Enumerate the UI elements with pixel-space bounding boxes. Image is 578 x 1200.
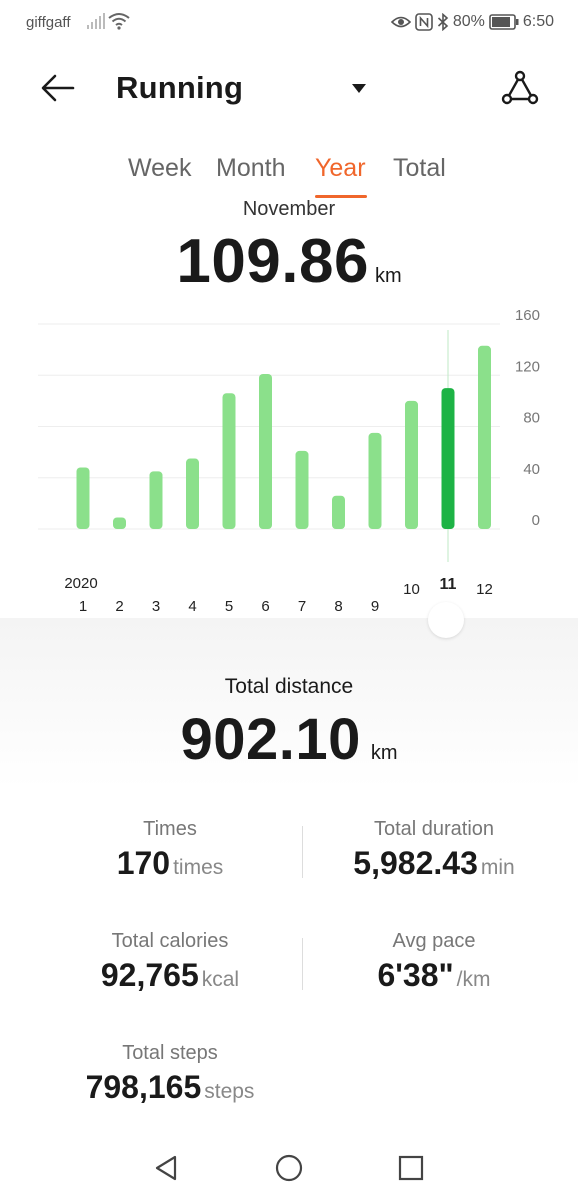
y-tick-label: 80 bbox=[523, 410, 540, 427]
status-bar: giffgaff 80% 6:50 bbox=[0, 0, 578, 46]
tab-total[interactable]: Total bbox=[393, 154, 446, 183]
chart-bar[interactable] bbox=[441, 388, 455, 529]
tab-year[interactable]: Year bbox=[315, 154, 366, 183]
bluetooth-icon bbox=[437, 13, 449, 31]
selected-month-label-wrap: November bbox=[0, 194, 578, 218]
battery-icon bbox=[489, 14, 519, 30]
system-nav-bar bbox=[0, 1134, 578, 1200]
chart-bar[interactable] bbox=[368, 432, 382, 529]
stat-label: Times bbox=[143, 818, 197, 840]
panel-drag-handle[interactable] bbox=[428, 602, 464, 638]
selected-month-label: November bbox=[242, 198, 336, 218]
year-label: 2020 bbox=[64, 575, 97, 592]
stat-label: Avg pace bbox=[392, 930, 476, 952]
total-distance-unit: km bbox=[370, 742, 398, 764]
selected-value: 109.86 km bbox=[0, 226, 578, 297]
signal-icon bbox=[87, 13, 105, 29]
nav-back-icon bbox=[155, 1155, 177, 1181]
status-icons: 80% 6:50 bbox=[390, 11, 554, 33]
x-tick-label: 4 bbox=[188, 598, 196, 615]
stat-unit: steps bbox=[204, 1080, 255, 1103]
y-tick-label: 120 bbox=[515, 358, 540, 375]
total-distance-label: Total distance bbox=[224, 675, 354, 698]
route-icon bbox=[501, 70, 539, 105]
caret-down-icon bbox=[352, 84, 366, 93]
total-distance: 902.10 km bbox=[0, 706, 578, 773]
stat-value: 92,765 bbox=[100, 957, 199, 993]
stat-value: 798,165 bbox=[85, 1069, 202, 1105]
monthly-distance-chart[interactable]: 160120804001 2 3 4 5 6 7 8 910 11 122020 bbox=[0, 300, 578, 620]
eye-icon bbox=[390, 16, 411, 28]
chart-bar[interactable] bbox=[76, 467, 90, 530]
route-button[interactable] bbox=[496, 64, 544, 112]
x-tick-label: 1 bbox=[79, 598, 87, 615]
chart-bar[interactable] bbox=[113, 517, 126, 529]
x-tick-label: 6 bbox=[261, 598, 269, 615]
x-tick-label: 3 bbox=[152, 598, 160, 615]
nav-recents-button[interactable] bbox=[391, 1148, 431, 1188]
stat-unit: kcal bbox=[201, 968, 240, 991]
x-tick-label: 7 bbox=[298, 598, 306, 615]
y-tick-label: 160 bbox=[515, 307, 540, 324]
nav-home-button[interactable] bbox=[269, 1148, 309, 1188]
x-tick-label: 11 bbox=[440, 576, 457, 593]
selected-distance: 109.86 bbox=[176, 227, 369, 296]
nav-recents-icon bbox=[398, 1155, 424, 1181]
stat-divider bbox=[302, 826, 303, 878]
page-title: Running bbox=[116, 70, 244, 105]
stat-unit: min bbox=[480, 856, 515, 879]
sport-type-selector[interactable]: Running bbox=[116, 66, 376, 110]
x-tick-label: 2 bbox=[115, 598, 123, 615]
y-tick-label: 40 bbox=[523, 461, 540, 478]
stat-label: Total steps bbox=[122, 1042, 218, 1064]
tab-month[interactable]: Month bbox=[216, 154, 285, 183]
nav-back-button[interactable] bbox=[146, 1148, 186, 1188]
chart-bar[interactable] bbox=[405, 400, 418, 529]
battery-percent: 80% bbox=[452, 13, 485, 30]
stat-total-calories: Total calories 92,765 kcal bbox=[45, 930, 295, 994]
stat-label: Total duration bbox=[373, 818, 495, 840]
x-tick-label: 8 bbox=[334, 598, 342, 615]
nav-home-icon bbox=[275, 1154, 303, 1182]
x-tick-label: 9 bbox=[371, 598, 379, 615]
chart-bar[interactable] bbox=[295, 450, 309, 529]
stat-value: 5,982.43 bbox=[353, 845, 478, 881]
stat-value: 6'38" bbox=[377, 957, 454, 993]
chart-bar[interactable] bbox=[149, 471, 163, 529]
stat-times: Times 170 times bbox=[45, 818, 295, 882]
chart-bar[interactable] bbox=[222, 393, 236, 529]
stat-divider bbox=[302, 938, 303, 990]
stat-total-duration: Total duration 5,982.43 min bbox=[309, 818, 559, 882]
stat-value: 170 bbox=[116, 845, 171, 881]
chart-bar[interactable] bbox=[186, 458, 199, 529]
x-tick-label: 10 bbox=[403, 581, 420, 598]
back-button[interactable] bbox=[34, 66, 82, 110]
wifi-icon bbox=[108, 13, 130, 30]
x-tick-label: 5 bbox=[225, 598, 233, 615]
stat-avg-pace: Avg pace 6'38"/km bbox=[309, 930, 559, 994]
chart-bar[interactable] bbox=[259, 373, 272, 529]
chart-bar[interactable] bbox=[478, 345, 491, 529]
x-tick-label: 12 bbox=[476, 581, 493, 598]
y-tick-label: 0 bbox=[532, 512, 540, 529]
stat-label: Total calories bbox=[111, 930, 229, 952]
total-distance-value: 902.10 bbox=[180, 707, 361, 772]
nfc-icon bbox=[415, 13, 433, 31]
selected-unit: km bbox=[374, 265, 402, 287]
stat-unit: times bbox=[173, 856, 224, 879]
carrier-name: giffgaff bbox=[26, 14, 71, 31]
tab-week[interactable]: Week bbox=[128, 154, 191, 183]
stat-unit: /km bbox=[456, 968, 491, 991]
clock: 6:50 bbox=[522, 13, 554, 30]
stat-total-steps: Total steps 798,165 steps bbox=[45, 1042, 295, 1106]
back-arrow-icon bbox=[41, 74, 75, 102]
chart-bar[interactable] bbox=[332, 495, 345, 529]
